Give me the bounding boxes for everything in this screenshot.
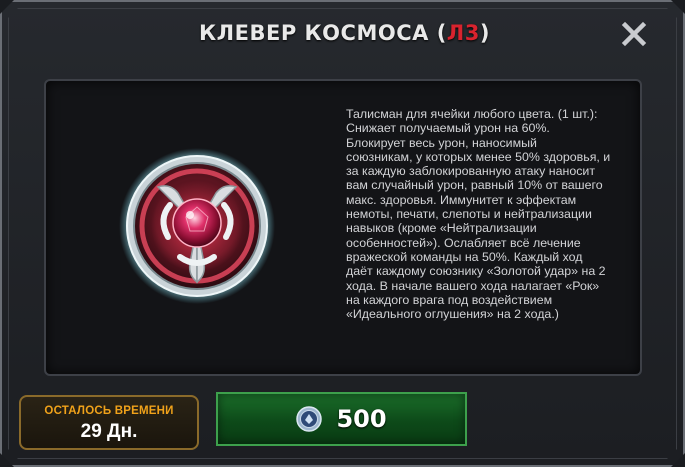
title-bar: КЛЕВЕР КОСМОСА (Л3) — [2, 2, 685, 64]
time-remaining-value: 29 Дн. — [80, 421, 138, 442]
popup-title: КЛЕВЕР КОСМОСА (Л3) — [199, 21, 490, 45]
title-paren-close: ) — [479, 21, 490, 45]
time-remaining-box: ОСТАЛОСЬ ВРЕМЕНИ 29 Дн. — [19, 395, 199, 450]
price-value: 500 — [336, 405, 387, 433]
item-popup-window: КЛЕВЕР КОСМОСА (Л3) Талисман для ячейки … — [0, 0, 685, 467]
space-clover-talisman-icon — [118, 147, 276, 305]
title-text: КЛЕВЕР КОСМОСА — [199, 21, 429, 45]
title-tier: Л3 — [446, 21, 480, 45]
time-remaining-label: ОСТАЛОСЬ ВРЕМЕНИ — [44, 405, 174, 417]
title-paren-open: ( — [436, 21, 447, 45]
crystal-currency-icon — [296, 406, 323, 432]
close-icon — [621, 21, 647, 47]
item-details-panel: Талисман для ячейки любого цвета. (1 шт.… — [44, 79, 642, 376]
close-button[interactable] — [621, 21, 647, 47]
buy-button[interactable]: 500 — [216, 392, 467, 446]
item-description: Талисман для ячейки любого цвета. (1 шт.… — [346, 107, 611, 322]
